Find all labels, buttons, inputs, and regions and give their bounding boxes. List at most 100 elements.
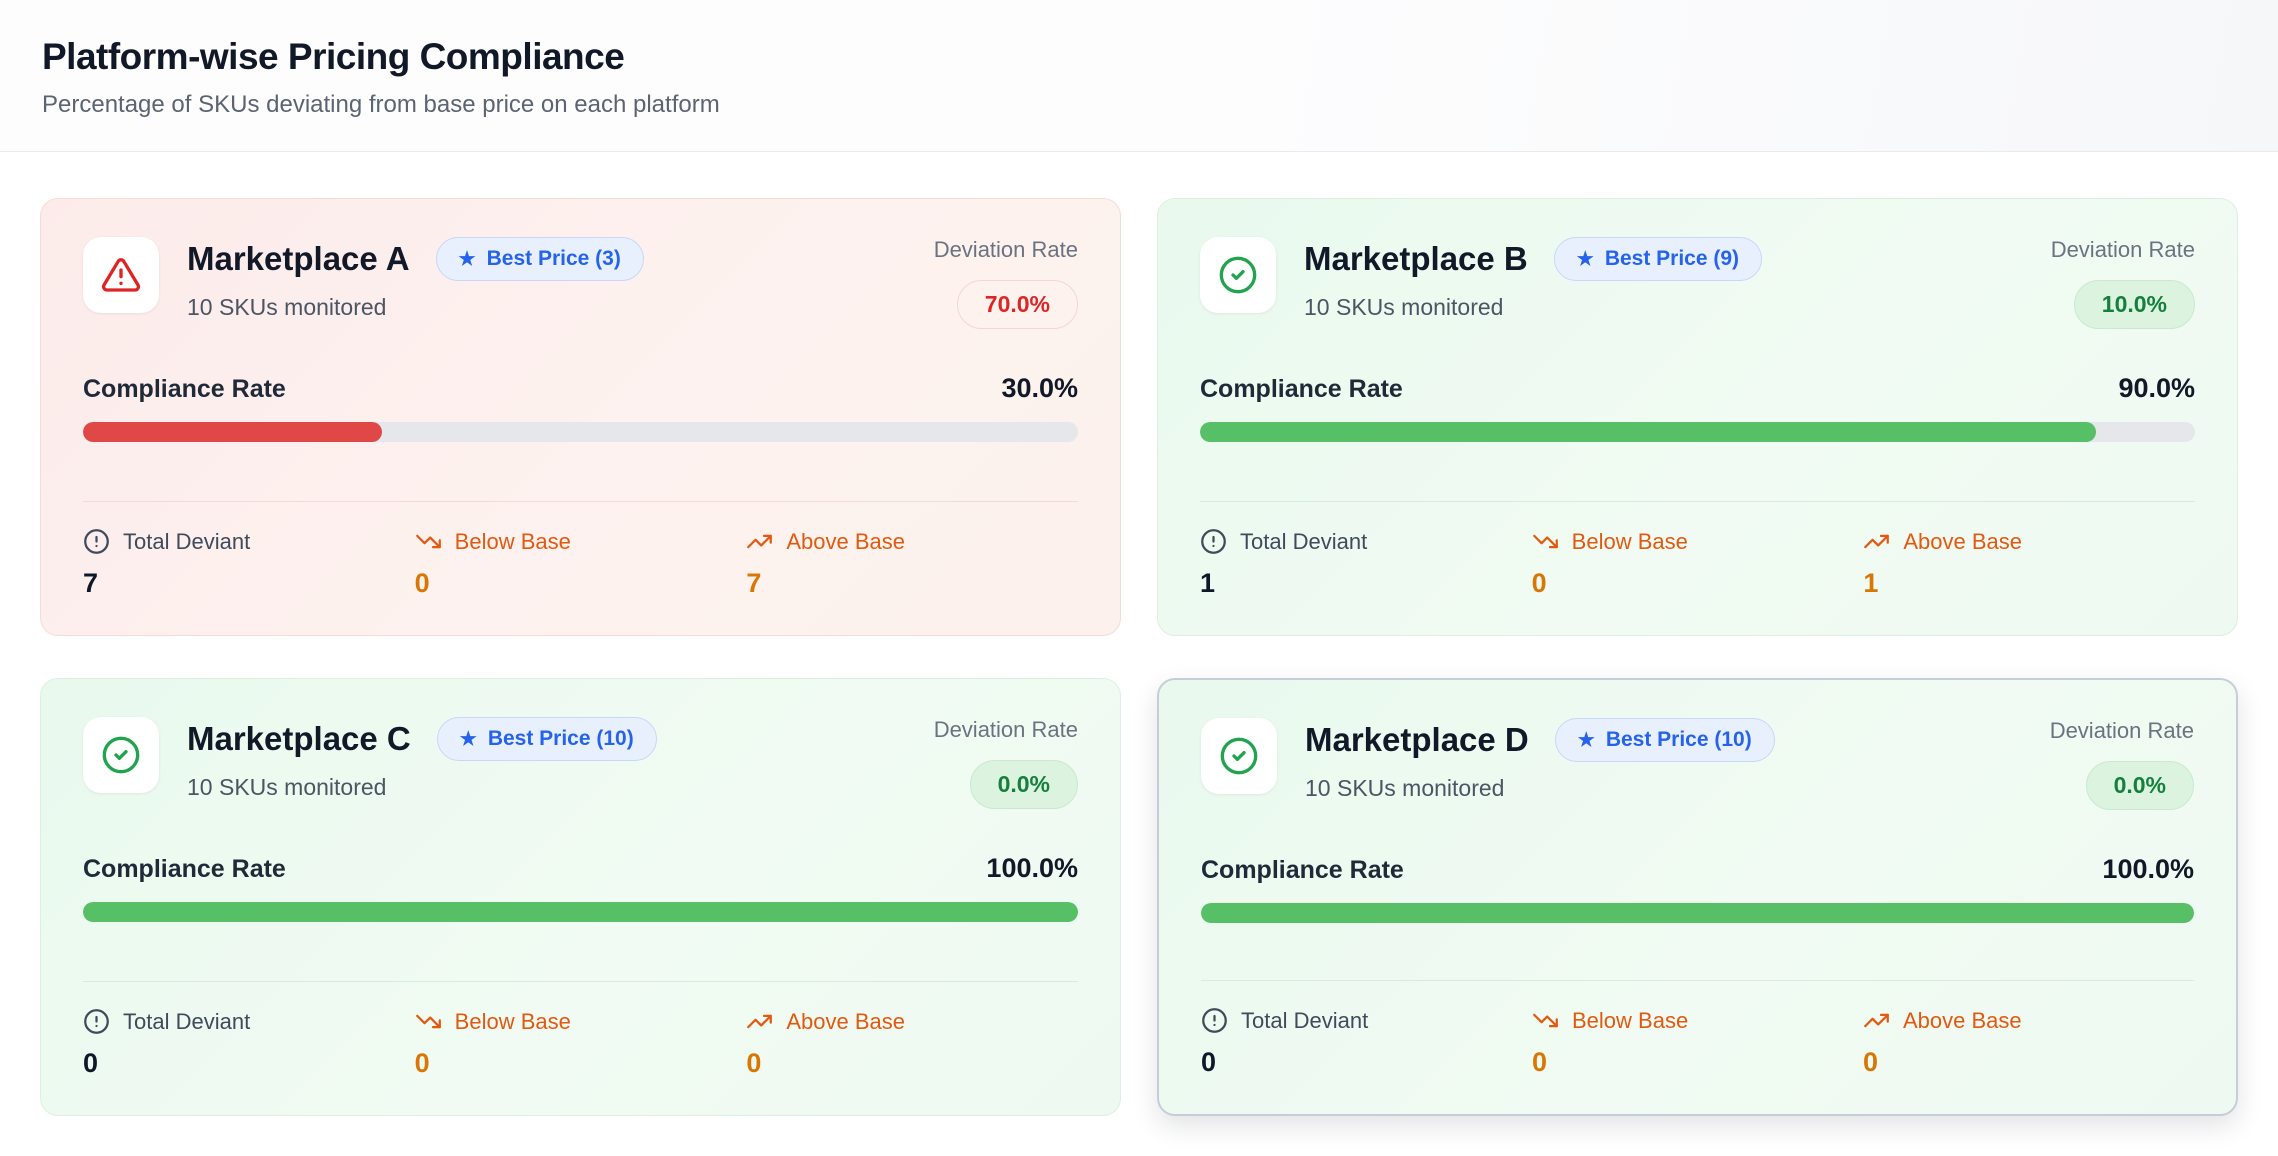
compliance-rate-label: Compliance Rate <box>1201 856 1404 885</box>
compliance-rate-value: 30.0% <box>1001 373 1078 404</box>
below-base-value: 0 <box>1532 1047 1863 1078</box>
skus-monitored: 10 SKUs monitored <box>1305 775 1775 802</box>
compliance-row: Compliance Rate 100.0% <box>1201 854 2194 885</box>
compliance-row: Compliance Rate 90.0% <box>1200 373 2195 404</box>
status-icon-box <box>1200 237 1276 313</box>
best-price-badge-label: Best Price (3) <box>487 247 621 271</box>
total-deviant-label: Total Deviant <box>1241 1008 1368 1034</box>
card-header-left: Marketplace A ★ Best Price (3) 10 SKUs m… <box>83 237 644 321</box>
below-base-label-row: Below Base <box>415 1008 747 1035</box>
below-base-label-row: Below Base <box>1532 1007 1863 1034</box>
trending-down-icon <box>415 528 442 555</box>
total-deviant-label-row: Total Deviant <box>83 1008 415 1035</box>
alert-circle-icon <box>1200 528 1227 555</box>
stat-total-deviant: Total Deviant 0 <box>83 1008 415 1079</box>
marketplace-name: Marketplace D <box>1305 721 1529 759</box>
above-base-label-row: Above Base <box>1863 528 2195 555</box>
name-row: Marketplace C ★ Best Price (10) <box>187 717 657 761</box>
card-header-right: Deviation Rate 70.0% <box>934 237 1078 329</box>
stats-row: Total Deviant 0 Below Base 0 A <box>1201 981 2194 1078</box>
below-base-label: Below Base <box>455 529 571 555</box>
above-base-value: 7 <box>746 568 1078 599</box>
trending-up-icon <box>1863 1007 1890 1034</box>
stats-row: Total Deviant 0 Below Base 0 A <box>83 982 1078 1079</box>
above-base-label-row: Above Base <box>746 1008 1078 1035</box>
above-base-label-row: Above Base <box>746 528 1078 555</box>
stat-above-base: Above Base 0 <box>746 1008 1078 1079</box>
best-price-badge-label: Best Price (10) <box>488 727 634 751</box>
card-header-left: Marketplace C ★ Best Price (10) 10 SKUs … <box>83 717 657 801</box>
stat-total-deviant: Total Deviant 1 <box>1200 528 1532 599</box>
trending-down-icon <box>1532 1007 1559 1034</box>
stat-above-base: Above Base 0 <box>1863 1007 2194 1078</box>
star-icon: ★ <box>460 730 477 749</box>
card-header-left: Marketplace B ★ Best Price (9) 10 SKUs m… <box>1200 237 1762 321</box>
compliance-progress-track <box>1200 422 2195 442</box>
above-base-label: Above Base <box>786 529 905 555</box>
below-base-label-row: Below Base <box>415 528 747 555</box>
above-base-label: Above Base <box>1903 1008 2022 1034</box>
compliance-rate-label: Compliance Rate <box>1200 375 1403 404</box>
marketplace-name: Marketplace C <box>187 720 411 758</box>
best-price-badge: ★ Best Price (9) <box>1554 237 1762 281</box>
deviation-rate-value: 0.0% <box>970 760 1078 809</box>
above-base-label-row: Above Base <box>1863 1007 2194 1034</box>
total-deviant-value: 0 <box>83 1048 415 1079</box>
best-price-badge-label: Best Price (10) <box>1606 728 1752 752</box>
total-deviant-label-row: Total Deviant <box>1200 528 1532 555</box>
marketplace-card-a[interactable]: Marketplace A ★ Best Price (3) 10 SKUs m… <box>40 198 1121 636</box>
total-deviant-value: 0 <box>1201 1047 1532 1078</box>
trending-down-icon <box>1532 528 1559 555</box>
skus-monitored: 10 SKUs monitored <box>187 774 657 801</box>
marketplace-card-d[interactable]: Marketplace D ★ Best Price (10) 10 SKUs … <box>1157 678 2238 1116</box>
card-header: Marketplace C ★ Best Price (10) 10 SKUs … <box>83 717 1078 809</box>
compliance-rate-label: Compliance Rate <box>83 375 286 404</box>
below-base-label: Below Base <box>1572 529 1688 555</box>
alert-circle-icon <box>1201 1007 1228 1034</box>
name-row: Marketplace A ★ Best Price (3) <box>187 237 644 281</box>
card-header-right: Deviation Rate 10.0% <box>2051 237 2195 329</box>
card-header-text: Marketplace D ★ Best Price (10) 10 SKUs … <box>1305 718 1775 802</box>
stat-below-base: Below Base 0 <box>1532 1007 1863 1078</box>
above-base-value: 0 <box>746 1048 1078 1079</box>
below-base-label-row: Below Base <box>1532 528 1864 555</box>
card-header: Marketplace D ★ Best Price (10) 10 SKUs … <box>1201 718 2194 810</box>
compliance-progress-fill <box>1201 903 2194 923</box>
deviation-rate-label: Deviation Rate <box>934 717 1078 743</box>
compliance-rate-value: 100.0% <box>986 853 1078 884</box>
stat-total-deviant: Total Deviant 7 <box>83 528 415 599</box>
above-base-value: 0 <box>1863 1047 2194 1078</box>
stats-row: Total Deviant 7 Below Base 0 A <box>83 502 1078 599</box>
skus-monitored: 10 SKUs monitored <box>1304 294 1762 321</box>
below-base-label: Below Base <box>1572 1008 1688 1034</box>
below-base-label: Below Base <box>455 1009 571 1035</box>
compliance-progress-track <box>83 902 1078 922</box>
best-price-badge: ★ Best Price (10) <box>1555 718 1775 762</box>
best-price-badge: ★ Best Price (3) <box>436 237 644 281</box>
compliance-progress-track <box>1201 903 2194 923</box>
marketplace-card-c[interactable]: Marketplace C ★ Best Price (10) 10 SKUs … <box>40 678 1121 1116</box>
deviation-rate-label: Deviation Rate <box>2051 237 2195 263</box>
card-header-text: Marketplace C ★ Best Price (10) 10 SKUs … <box>187 717 657 801</box>
marketplace-card-b[interactable]: Marketplace B ★ Best Price (9) 10 SKUs m… <box>1157 198 2238 636</box>
star-icon: ★ <box>1578 731 1595 750</box>
alert-triangle-icon <box>101 255 141 295</box>
best-price-badge-label: Best Price (9) <box>1605 247 1739 271</box>
card-header: Marketplace B ★ Best Price (9) 10 SKUs m… <box>1200 237 2195 329</box>
stat-below-base: Below Base 0 <box>415 528 747 599</box>
marketplace-name: Marketplace A <box>187 240 410 278</box>
deviation-rate-value: 0.0% <box>2086 761 2194 810</box>
above-base-label: Above Base <box>1903 529 2022 555</box>
status-icon-box <box>1201 718 1277 794</box>
card-header-text: Marketplace B ★ Best Price (9) 10 SKUs m… <box>1304 237 1762 321</box>
status-icon-box <box>83 237 159 313</box>
deviation-rate-label: Deviation Rate <box>934 237 1078 263</box>
page-title: Platform-wise Pricing Compliance <box>42 36 2236 78</box>
cards-grid: Marketplace A ★ Best Price (3) 10 SKUs m… <box>0 152 2278 1136</box>
compliance-progress-track <box>83 422 1078 442</box>
total-deviant-value: 7 <box>83 568 415 599</box>
deviation-rate-value: 10.0% <box>2074 280 2195 329</box>
best-price-badge: ★ Best Price (10) <box>437 717 657 761</box>
page-header: Platform-wise Pricing Compliance Percent… <box>0 0 2278 152</box>
marketplace-name: Marketplace B <box>1304 240 1528 278</box>
